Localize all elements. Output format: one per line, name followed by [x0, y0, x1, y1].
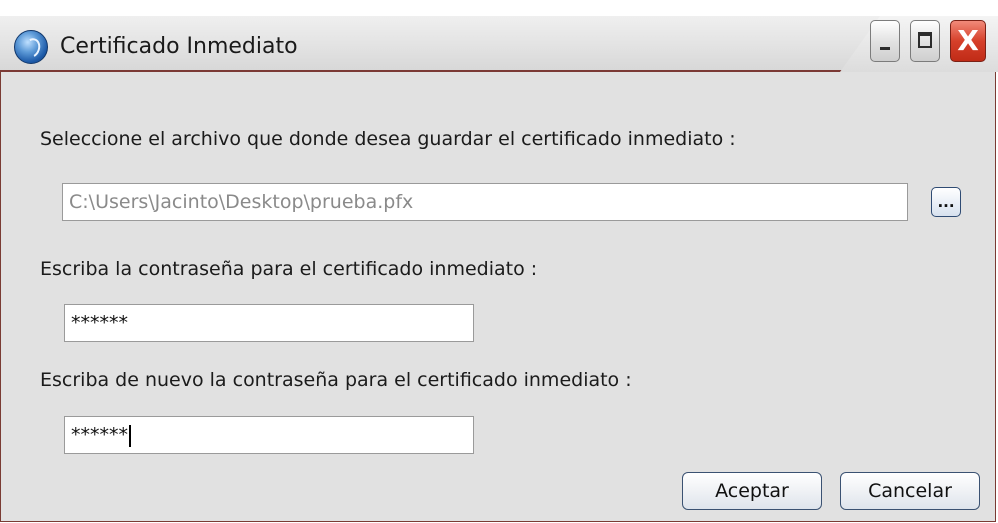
minimize-button[interactable] [870, 20, 900, 62]
maximize-button[interactable] [910, 20, 940, 62]
minimize-icon [880, 47, 890, 50]
confirm-password-value: ****** [71, 424, 128, 446]
file-path-field[interactable]: C:\Users\Jacinto\Desktop\prueba.pfx [62, 183, 908, 221]
confirm-password-label: Escriba de nuevo la contraseña para el c… [40, 369, 632, 391]
close-button[interactable]: X [950, 20, 986, 62]
accept-button[interactable]: Aceptar [682, 472, 822, 510]
close-icon: X [957, 24, 979, 57]
maximize-icon [918, 32, 932, 48]
file-label: Seleccione el archivo que donde desea gu… [40, 128, 736, 150]
title-bar[interactable]: Certificado Inmediato X [0, 0, 998, 72]
password-field[interactable]: ****** [64, 304, 474, 342]
app-icon [14, 30, 48, 64]
browse-button[interactable]: ... [931, 187, 961, 217]
confirm-password-field[interactable]: ****** [64, 416, 474, 454]
text-caret [129, 424, 131, 447]
password-label: Escriba la contraseña para el certificad… [40, 258, 538, 280]
cancel-button[interactable]: Cancelar [840, 472, 980, 510]
password-value: ****** [71, 312, 128, 334]
window-title: Certificado Inmediato [60, 34, 298, 59]
